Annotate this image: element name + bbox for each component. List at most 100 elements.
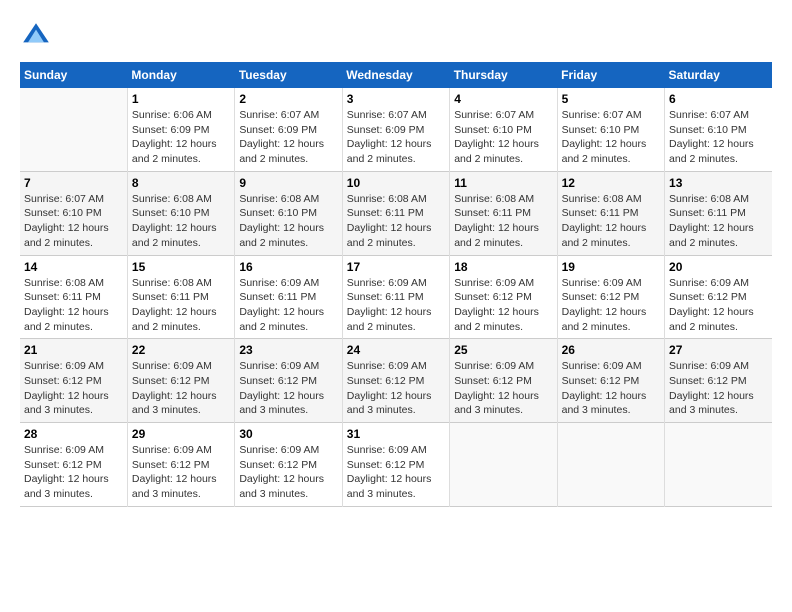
calendar-cell: 29Sunrise: 6:09 AM Sunset: 6:12 PM Dayli… bbox=[127, 423, 234, 507]
day-number: 23 bbox=[239, 343, 337, 357]
calendar-week-row: 28 Sunrise: 6:09 AM Sunset: 6:12 PM Dayli… bbox=[20, 423, 772, 507]
calendar-cell: 5 Sunrise: 6:07 AM Sunset: 6:10 PM Daylig… bbox=[557, 88, 664, 171]
calendar-cell: 2 Sunrise: 6:07 AM Sunset: 6:09 PM Daylig… bbox=[235, 88, 342, 171]
day-number: 6 bbox=[669, 92, 768, 106]
column-header-saturday: Saturday bbox=[665, 62, 772, 88]
day-number: 10 bbox=[347, 176, 445, 190]
day-number: 5 bbox=[562, 92, 660, 106]
day-number: 1 bbox=[132, 92, 230, 106]
calendar-cell: 4Sunrise: 6:07 AM Sunset: 6:10 PM Daylig… bbox=[450, 88, 557, 171]
day-info: Sunrise: 6:09 AM Sunset: 6:12 PM Dayligh… bbox=[132, 359, 230, 418]
calendar-cell: 16 Sunrise: 6:09 AM Sunset: 6:11 PM Dayli… bbox=[235, 255, 342, 339]
day-info: Sunrise: 6:09 AM Sunset: 6:12 PM Dayligh… bbox=[669, 276, 768, 335]
calendar-cell bbox=[665, 423, 772, 507]
calendar-table: SundayMondayTuesdayWednesdayThursdayFrid… bbox=[20, 62, 772, 507]
day-number: 31 bbox=[347, 427, 445, 441]
day-info: Sunrise: 6:07 AM Sunset: 6:10 PM Dayligh… bbox=[24, 192, 123, 251]
day-number: 24 bbox=[347, 343, 445, 357]
calendar-cell: 26Sunrise: 6:09 AM Sunset: 6:12 PM Dayli… bbox=[557, 339, 664, 423]
day-info: Sunrise: 6:07 AM Sunset: 6:09 PM Dayligh… bbox=[347, 108, 445, 167]
day-info: Sunrise: 6:08 AM Sunset: 6:11 PM Dayligh… bbox=[347, 192, 445, 251]
day-info: Sunrise: 6:07 AM Sunset: 6:09 PM Dayligh… bbox=[239, 108, 337, 167]
day-number: 2 bbox=[239, 92, 337, 106]
calendar-cell: 25 Sunrise: 6:09 AM Sunset: 6:12 PM Dayli… bbox=[450, 339, 557, 423]
day-number: 16 bbox=[239, 260, 337, 274]
day-info: Sunrise: 6:08 AM Sunset: 6:11 PM Dayligh… bbox=[562, 192, 660, 251]
day-number: 30 bbox=[239, 427, 337, 441]
day-info: Sunrise: 6:08 AM Sunset: 6:10 PM Dayligh… bbox=[239, 192, 337, 251]
calendar-cell: 19Sunrise: 6:09 AM Sunset: 6:12 PM Dayli… bbox=[557, 255, 664, 339]
day-number: 17 bbox=[347, 260, 445, 274]
header-row: SundayMondayTuesdayWednesdayThursdayFrid… bbox=[20, 62, 772, 88]
day-info: Sunrise: 6:07 AM Sunset: 6:10 PM Dayligh… bbox=[562, 108, 660, 167]
day-info: Sunrise: 6:09 AM Sunset: 6:12 PM Dayligh… bbox=[454, 276, 552, 335]
day-info: Sunrise: 6:09 AM Sunset: 6:12 PM Dayligh… bbox=[347, 359, 445, 418]
calendar-cell: 1 Sunrise: 6:06 AM Sunset: 6:09 PM Daylig… bbox=[127, 88, 234, 171]
column-header-sunday: Sunday bbox=[20, 62, 127, 88]
day-info: Sunrise: 6:06 AM Sunset: 6:09 PM Dayligh… bbox=[132, 108, 230, 167]
day-info: Sunrise: 6:09 AM Sunset: 6:12 PM Dayligh… bbox=[454, 359, 552, 418]
calendar-week-row: 14 Sunrise: 6:08 AM Sunset: 6:11 PM Dayli… bbox=[20, 255, 772, 339]
calendar-cell: 6 Sunrise: 6:07 AM Sunset: 6:10 PM Daylig… bbox=[665, 88, 772, 171]
day-info: Sunrise: 6:08 AM Sunset: 6:11 PM Dayligh… bbox=[669, 192, 768, 251]
calendar-cell: 23Sunrise: 6:09 AM Sunset: 6:12 PM Dayli… bbox=[235, 339, 342, 423]
day-number: 7 bbox=[24, 176, 123, 190]
calendar-cell: 3 Sunrise: 6:07 AM Sunset: 6:09 PM Daylig… bbox=[342, 88, 449, 171]
day-number: 3 bbox=[347, 92, 445, 106]
logo bbox=[20, 20, 56, 52]
calendar-cell: 9Sunrise: 6:08 AM Sunset: 6:10 PM Daylig… bbox=[235, 171, 342, 255]
day-info: Sunrise: 6:09 AM Sunset: 6:12 PM Dayligh… bbox=[24, 443, 123, 502]
calendar-cell: 7 Sunrise: 6:07 AM Sunset: 6:10 PM Daylig… bbox=[20, 171, 127, 255]
calendar-cell: 30 Sunrise: 6:09 AM Sunset: 6:12 PM Dayli… bbox=[235, 423, 342, 507]
day-info: Sunrise: 6:08 AM Sunset: 6:11 PM Dayligh… bbox=[24, 276, 123, 335]
day-number: 8 bbox=[132, 176, 230, 190]
day-number: 22 bbox=[132, 343, 230, 357]
column-header-monday: Monday bbox=[127, 62, 234, 88]
calendar-cell: 15 Sunrise: 6:08 AM Sunset: 6:11 PM Dayli… bbox=[127, 255, 234, 339]
calendar-cell: 22 Sunrise: 6:09 AM Sunset: 6:12 PM Dayli… bbox=[127, 339, 234, 423]
day-number: 28 bbox=[24, 427, 123, 441]
day-info: Sunrise: 6:09 AM Sunset: 6:12 PM Dayligh… bbox=[239, 443, 337, 502]
day-info: Sunrise: 6:08 AM Sunset: 6:11 PM Dayligh… bbox=[454, 192, 552, 251]
calendar-cell: 27 Sunrise: 6:09 AM Sunset: 6:12 PM Dayli… bbox=[665, 339, 772, 423]
column-header-friday: Friday bbox=[557, 62, 664, 88]
calendar-cell: 11 Sunrise: 6:08 AM Sunset: 6:11 PM Dayli… bbox=[450, 171, 557, 255]
day-info: Sunrise: 6:08 AM Sunset: 6:11 PM Dayligh… bbox=[132, 276, 230, 335]
day-number: 11 bbox=[454, 176, 552, 190]
calendar-cell: 28 Sunrise: 6:09 AM Sunset: 6:12 PM Dayli… bbox=[20, 423, 127, 507]
column-header-tuesday: Tuesday bbox=[235, 62, 342, 88]
day-number: 15 bbox=[132, 260, 230, 274]
day-number: 18 bbox=[454, 260, 552, 274]
calendar-cell: 21Sunrise: 6:09 AM Sunset: 6:12 PM Dayli… bbox=[20, 339, 127, 423]
calendar-cell: 10 Sunrise: 6:08 AM Sunset: 6:11 PM Dayli… bbox=[342, 171, 449, 255]
day-info: Sunrise: 6:07 AM Sunset: 6:10 PM Dayligh… bbox=[454, 108, 552, 167]
day-info: Sunrise: 6:09 AM Sunset: 6:12 PM Dayligh… bbox=[669, 359, 768, 418]
day-info: Sunrise: 6:09 AM Sunset: 6:12 PM Dayligh… bbox=[347, 443, 445, 502]
day-number: 21 bbox=[24, 343, 123, 357]
calendar-body: 1 Sunrise: 6:06 AM Sunset: 6:09 PM Daylig… bbox=[20, 88, 772, 506]
calendar-header: SundayMondayTuesdayWednesdayThursdayFrid… bbox=[20, 62, 772, 88]
calendar-cell bbox=[450, 423, 557, 507]
calendar-week-row: 7 Sunrise: 6:07 AM Sunset: 6:10 PM Daylig… bbox=[20, 171, 772, 255]
column-header-wednesday: Wednesday bbox=[342, 62, 449, 88]
calendar-cell: 31 Sunrise: 6:09 AM Sunset: 6:12 PM Dayli… bbox=[342, 423, 449, 507]
column-header-thursday: Thursday bbox=[450, 62, 557, 88]
day-number: 12 bbox=[562, 176, 660, 190]
logo-icon bbox=[20, 20, 52, 52]
day-number: 25 bbox=[454, 343, 552, 357]
calendar-cell: 14 Sunrise: 6:08 AM Sunset: 6:11 PM Dayli… bbox=[20, 255, 127, 339]
calendar-week-row: 21 Sunrise: 6:09 AM Sunset: 6:12 PM Dayli… bbox=[20, 339, 772, 423]
day-info: Sunrise: 6:07 AM Sunset: 6:10 PM Dayligh… bbox=[669, 108, 768, 167]
day-number: 27 bbox=[669, 343, 768, 357]
calendar-cell: 20Sunrise: 6:09 AM Sunset: 6:12 PM Dayli… bbox=[665, 255, 772, 339]
day-number: 14 bbox=[24, 260, 123, 274]
day-info: Sunrise: 6:09 AM Sunset: 6:12 PM Dayligh… bbox=[562, 359, 660, 418]
day-info: Sunrise: 6:09 AM Sunset: 6:11 PM Dayligh… bbox=[347, 276, 445, 335]
day-number: 29 bbox=[132, 427, 230, 441]
calendar-cell bbox=[20, 88, 127, 171]
day-info: Sunrise: 6:09 AM Sunset: 6:11 PM Dayligh… bbox=[239, 276, 337, 335]
calendar-cell: 12 Sunrise: 6:08 AM Sunset: 6:11 PM Dayli… bbox=[557, 171, 664, 255]
calendar-cell bbox=[557, 423, 664, 507]
day-number: 19 bbox=[562, 260, 660, 274]
calendar-cell: 18 Sunrise: 6:09 AM Sunset: 6:12 PM Dayli… bbox=[450, 255, 557, 339]
